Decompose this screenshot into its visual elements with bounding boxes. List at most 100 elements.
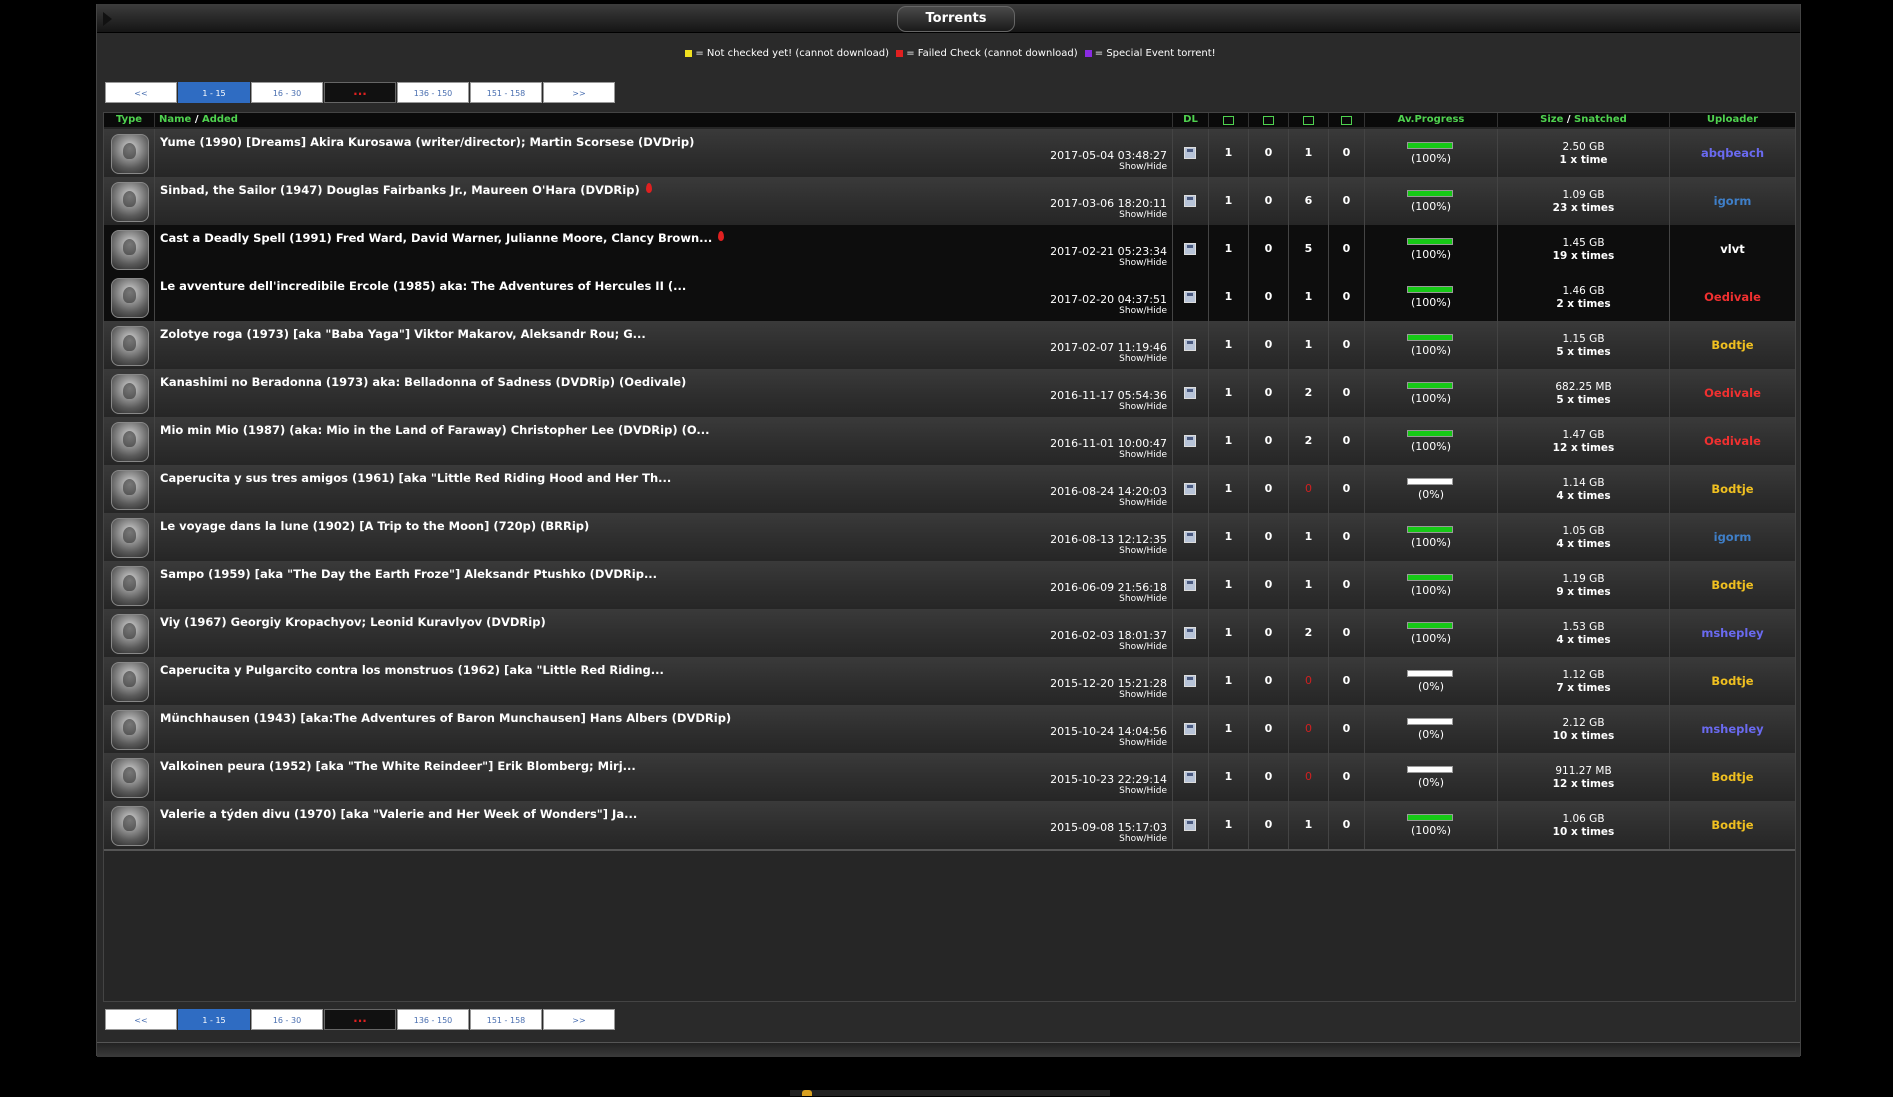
uploader-link[interactable]: Bodtje xyxy=(1669,801,1795,849)
torrent-name-link[interactable]: Viy (1967) Georgiy Kropachyov; Leonid Ku… xyxy=(160,615,546,629)
show-hide-link[interactable]: Show/Hide xyxy=(1119,738,1167,748)
show-hide-link[interactable]: Show/Hide xyxy=(1119,546,1167,556)
torrent-name-link[interactable]: Caperucita y Pulgarcito contra los monst… xyxy=(160,663,664,677)
uploader-link[interactable]: vlvt xyxy=(1669,225,1795,273)
col-name[interactable]: Name xyxy=(159,114,191,125)
show-hide-link[interactable]: Show/Hide xyxy=(1119,498,1167,508)
torrent-name-link[interactable]: Valerie a týden divu (1970) [aka "Valeri… xyxy=(160,807,637,821)
show-hide-link[interactable]: Show/Hide xyxy=(1119,402,1167,412)
uploader-link[interactable]: Bodtje xyxy=(1669,321,1795,369)
category-avatar-icon[interactable] xyxy=(111,518,149,558)
torrent-name-link[interactable]: Sinbad, the Sailor (1947) Douglas Fairba… xyxy=(160,183,652,197)
torrent-name-link[interactable]: Zolotye roga (1973) [aka "Baba Yaga"] Vi… xyxy=(160,327,646,341)
uploader-link[interactable]: igorm xyxy=(1669,513,1795,561)
page-1-15-button[interactable]: 1 - 15 xyxy=(178,1009,250,1030)
uploader-link[interactable]: Bodtje xyxy=(1669,561,1795,609)
category-avatar-icon[interactable] xyxy=(111,758,149,798)
show-hide-link[interactable]: Show/Hide xyxy=(1119,786,1167,796)
category-avatar-icon[interactable] xyxy=(111,566,149,606)
category-avatar-icon[interactable] xyxy=(111,710,149,750)
download-floppy-icon[interactable] xyxy=(1184,531,1196,543)
show-hide-link[interactable]: Show/Hide xyxy=(1119,210,1167,220)
torrent-name-link[interactable]: Valkoinen peura (1952) [aka "The White R… xyxy=(160,759,636,773)
uploader-link[interactable]: Oedivale xyxy=(1669,369,1795,417)
category-avatar-icon[interactable] xyxy=(111,374,149,414)
uploader-link[interactable]: mshepley xyxy=(1669,609,1795,657)
page-151-158-button[interactable]: 151 - 158 xyxy=(470,1009,542,1030)
col-seeders[interactable] xyxy=(1288,113,1328,127)
col-type[interactable]: Type xyxy=(104,113,154,127)
collapse-arrow-icon[interactable] xyxy=(103,12,112,26)
col-leechers[interactable] xyxy=(1328,113,1364,127)
uploader-link[interactable]: igorm xyxy=(1669,177,1795,225)
category-avatar-icon[interactable] xyxy=(111,326,149,366)
download-floppy-icon[interactable] xyxy=(1184,675,1196,687)
page-last-button[interactable]: >> xyxy=(543,82,615,103)
category-avatar-icon[interactable] xyxy=(111,470,149,510)
uploader-link[interactable]: Bodtje xyxy=(1669,465,1795,513)
category-avatar-icon[interactable] xyxy=(111,662,149,702)
show-hide-link[interactable]: Show/Hide xyxy=(1119,162,1167,172)
torrent-name-link[interactable]: Caperucita y sus tres amigos (1961) [aka… xyxy=(160,471,671,485)
uploader-link[interactable]: Bodtje xyxy=(1669,657,1795,705)
page-1-15-button[interactable]: 1 - 15 xyxy=(178,82,250,103)
category-avatar-icon[interactable] xyxy=(111,614,149,654)
download-floppy-icon[interactable] xyxy=(1184,291,1196,303)
download-floppy-icon[interactable] xyxy=(1184,627,1196,639)
torrent-name-link[interactable]: Yume (1990) [Dreams] Akira Kurosawa (wri… xyxy=(160,135,694,149)
download-floppy-icon[interactable] xyxy=(1184,771,1196,783)
show-hide-link[interactable]: Show/Hide xyxy=(1119,834,1167,844)
show-hide-link[interactable]: Show/Hide xyxy=(1119,306,1167,316)
show-hide-link[interactable]: Show/Hide xyxy=(1119,594,1167,604)
download-floppy-icon[interactable] xyxy=(1184,147,1196,159)
page-first-button[interactable]: << xyxy=(105,1009,177,1030)
show-hide-link[interactable]: Show/Hide xyxy=(1119,258,1167,268)
col-progress[interactable]: Av.Progress xyxy=(1364,113,1497,127)
page-last-button[interactable]: >> xyxy=(543,1009,615,1030)
page-136-150-button[interactable]: 136 - 150 xyxy=(397,1009,469,1030)
category-avatar-icon[interactable] xyxy=(111,230,149,270)
col-snatched[interactable]: Snatched xyxy=(1574,114,1627,125)
torrent-name-link[interactable]: Le voyage dans la lune (1902) [A Trip to… xyxy=(160,519,589,533)
show-hide-link[interactable]: Show/Hide xyxy=(1119,450,1167,460)
torrent-name-link[interactable]: Le avventure dell'incredibile Ercole (19… xyxy=(160,279,686,293)
uploader-link[interactable]: Bodtje xyxy=(1669,753,1795,801)
page-151-158-button[interactable]: 151 - 158 xyxy=(470,82,542,103)
download-floppy-icon[interactable] xyxy=(1184,195,1196,207)
torrent-name-link[interactable]: Sampo (1959) [aka "The Day the Earth Fro… xyxy=(160,567,657,581)
page-136-150-button[interactable]: 136 - 150 xyxy=(397,82,469,103)
uploader-link[interactable]: Oedivale xyxy=(1669,273,1795,321)
uploader-link[interactable]: Oedivale xyxy=(1669,417,1795,465)
download-floppy-icon[interactable] xyxy=(1184,339,1196,351)
col-size[interactable]: Size xyxy=(1540,114,1563,125)
category-avatar-icon[interactable] xyxy=(111,278,149,318)
show-hide-link[interactable]: Show/Hide xyxy=(1119,642,1167,652)
download-floppy-icon[interactable] xyxy=(1184,579,1196,591)
uploader-link[interactable]: abqbeach xyxy=(1669,129,1795,177)
category-avatar-icon[interactable] xyxy=(111,134,149,174)
col-dl[interactable]: DL xyxy=(1172,113,1208,127)
category-avatar-icon[interactable] xyxy=(111,182,149,222)
col-files[interactable] xyxy=(1208,113,1248,127)
uploader-link[interactable]: mshepley xyxy=(1669,705,1795,753)
col-added[interactable]: Added xyxy=(202,114,238,125)
download-floppy-icon[interactable] xyxy=(1184,243,1196,255)
page-16-30-button[interactable]: 16 - 30 xyxy=(251,1009,323,1030)
torrent-name-link[interactable]: Mio min Mio (1987) (aka: Mio in the Land… xyxy=(160,423,709,437)
category-avatar-icon[interactable] xyxy=(111,422,149,462)
torrent-name-link[interactable]: Münchhausen (1943) [aka:The Adventures o… xyxy=(160,711,731,725)
page-16-30-button[interactable]: 16 - 30 xyxy=(251,82,323,103)
download-floppy-icon[interactable] xyxy=(1184,435,1196,447)
page-first-button[interactable]: << xyxy=(105,82,177,103)
torrent-name-link[interactable]: Kanashimi no Beradonna (1973) aka: Bella… xyxy=(160,375,686,389)
col-uploader[interactable]: Uploader xyxy=(1669,113,1795,127)
download-floppy-icon[interactable] xyxy=(1184,819,1196,831)
download-floppy-icon[interactable] xyxy=(1184,723,1196,735)
col-comments[interactable] xyxy=(1248,113,1288,127)
category-avatar-icon[interactable] xyxy=(111,806,149,846)
show-hide-link[interactable]: Show/Hide xyxy=(1119,354,1167,364)
download-floppy-icon[interactable] xyxy=(1184,483,1196,495)
torrent-name-link[interactable]: Cast a Deadly Spell (1991) Fred Ward, Da… xyxy=(160,231,725,245)
download-floppy-icon[interactable] xyxy=(1184,387,1196,399)
show-hide-link[interactable]: Show/Hide xyxy=(1119,690,1167,700)
